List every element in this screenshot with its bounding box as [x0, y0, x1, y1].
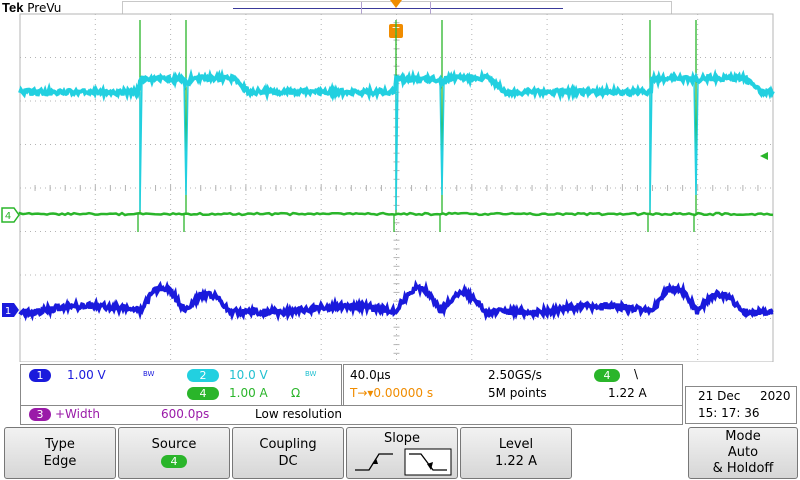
source-softkey[interactable]: Source 4	[118, 427, 230, 479]
slope-softkey[interactable]: Slope	[346, 427, 458, 479]
meas-value: 600.0ps	[161, 407, 209, 421]
type-label: Type	[5, 437, 115, 452]
ch1-bw-icon: BW	[143, 370, 154, 378]
channel-readout-panel[interactable]: 1 1.00 V BW 2 10.0 V BW 4 1.00 A Ω	[20, 364, 342, 406]
ch2-badge: 2	[187, 369, 219, 382]
type-value: Edge	[5, 454, 115, 469]
datetime-panel: 21 Dec 2020 15: 17: 36	[685, 386, 797, 424]
source-label: Source	[119, 437, 229, 452]
level-softkey[interactable]: Level 1.22 A	[460, 427, 572, 479]
date: 21 Dec	[698, 389, 740, 403]
type-softkey[interactable]: Type Edge	[4, 427, 116, 479]
ch4-termination: Ω	[291, 386, 300, 400]
mode-value: Auto	[689, 445, 797, 460]
coupling-softkey[interactable]: Coupling DC	[232, 427, 344, 479]
coupling-label: Coupling	[233, 437, 343, 452]
mode-holdoff-softkey[interactable]: Mode Auto & Holdoff	[688, 427, 798, 479]
level-value: 1.22 A	[461, 454, 571, 469]
ch2-bw-icon: BW	[305, 370, 316, 378]
timebase-trigger-panel[interactable]: 40.0μs T→▾0.00000 s 2.50GS/s 5M points 4…	[343, 364, 683, 406]
sample-rate: 2.50GS/s	[488, 368, 542, 382]
trigger-position: T→▾0.00000 s	[350, 386, 433, 400]
trigger-source-badge: 4	[594, 369, 620, 382]
slope-label: Slope	[347, 431, 457, 446]
rising-edge-icon[interactable]	[355, 454, 393, 470]
time: 15: 17: 36	[698, 406, 760, 420]
horizontal-scale: 40.0μs	[350, 368, 391, 382]
falling-edge-icon[interactable]	[405, 449, 451, 475]
ch4-marker-label: 4	[5, 211, 11, 222]
level-label: Level	[461, 437, 571, 452]
ch1-badge: 1	[29, 369, 51, 382]
ch2-scale: 10.0 V	[229, 368, 268, 382]
source-value: 4	[161, 455, 187, 468]
ch1-ground-marker[interactable]: 1	[2, 303, 19, 317]
ch1-marker-label: 1	[5, 306, 11, 317]
holdoff-value: & Holdoff	[689, 461, 797, 476]
trigger-slope-icon: \	[634, 367, 638, 381]
coupling-value: DC	[233, 454, 343, 469]
mode-label: Mode	[689, 429, 797, 444]
meas-badge: 3	[29, 408, 51, 421]
slope-options	[347, 448, 457, 476]
ch4-scale: 1.00 A	[229, 386, 268, 400]
record-length: 5M points	[488, 386, 547, 400]
measurement-panel[interactable]: 3 +Width 600.0ps Low resolution	[20, 405, 683, 425]
meas-label: +Width	[55, 407, 100, 421]
ch4-badge: 4	[187, 387, 219, 400]
ch1-scale: 1.00 V	[67, 368, 106, 382]
meas-status: Low resolution	[255, 407, 342, 421]
ch4-ground-marker[interactable]: 4	[2, 208, 19, 222]
trigger-level: 1.22 A	[608, 386, 647, 400]
year: 2020	[760, 389, 791, 403]
scope-display: T 4 1	[0, 0, 800, 362]
